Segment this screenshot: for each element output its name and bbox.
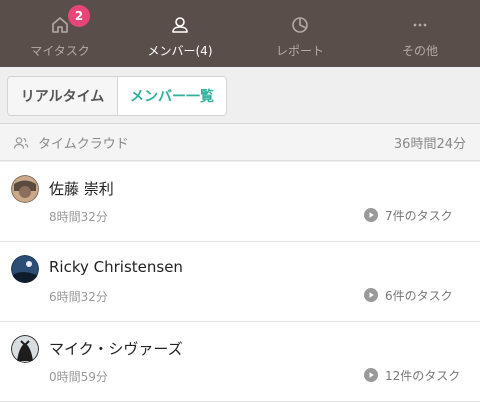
play-icon: [364, 208, 378, 222]
member-name: マイク・シヴァーズ: [49, 340, 183, 358]
nav-my-tasks-label: マイタスク: [30, 44, 90, 58]
member-task-count[interactable]: 12件のタスク: [364, 367, 460, 383]
person-icon: [170, 15, 190, 35]
play-icon: [364, 288, 378, 302]
tab-realtime[interactable]: リアルタイム: [8, 77, 118, 115]
member-row[interactable]: 佐藤 崇利 8時間32分 7件のタスク: [0, 162, 480, 242]
member-time: 0時間59分: [49, 370, 108, 384]
users-icon: [13, 135, 29, 149]
member-time: 6時間32分: [49, 290, 108, 304]
top-navigation: マイタスク 2 メンバー(4) レポート その他: [0, 0, 480, 67]
member-task-count[interactable]: 6件のタスク: [364, 287, 453, 303]
tab-member-list[interactable]: メンバー一覧: [118, 77, 226, 115]
member-task-label: 6件のタスク: [385, 288, 453, 303]
play-icon: [364, 368, 378, 382]
segment-area: リアルタイム メンバー一覧: [0, 67, 480, 124]
nav-other[interactable]: その他: [360, 0, 480, 67]
group-name: タイムクラウド: [38, 137, 129, 152]
avatar: [11, 175, 39, 203]
nav-report-label: レポート: [275, 44, 324, 58]
avatar: [11, 255, 39, 283]
nav-members-label: メンバー(4): [147, 44, 213, 58]
group-header: タイムクラウド 36時間24分: [0, 124, 480, 161]
member-row[interactable]: マイク・シヴァーズ 0時間59分 12件のタスク: [0, 322, 480, 402]
home-icon: [50, 15, 70, 35]
member-task-label: 7件のタスク: [385, 208, 453, 223]
nav-members[interactable]: メンバー(4): [120, 0, 240, 67]
nav-other-label: その他: [401, 44, 438, 58]
member-task-count[interactable]: 7件のタスク: [364, 207, 453, 223]
member-time: 8時間32分: [49, 210, 108, 224]
member-row[interactable]: Ricky Christensen 6時間32分 6件のタスク: [0, 242, 480, 322]
notification-badge: 2: [68, 5, 90, 27]
member-name: 佐藤 崇利: [49, 180, 114, 198]
view-segmented-control: リアルタイム メンバー一覧: [7, 76, 227, 116]
member-name: Ricky Christensen: [49, 258, 183, 276]
group-total-time: 36時間24分: [393, 137, 466, 152]
member-task-label: 12件のタスク: [385, 368, 461, 383]
nav-report[interactable]: レポート: [240, 0, 360, 67]
more-icon: [410, 15, 430, 35]
avatar: [11, 335, 39, 363]
pie-chart-icon: [290, 15, 310, 35]
nav-my-tasks[interactable]: マイタスク 2: [0, 0, 120, 67]
